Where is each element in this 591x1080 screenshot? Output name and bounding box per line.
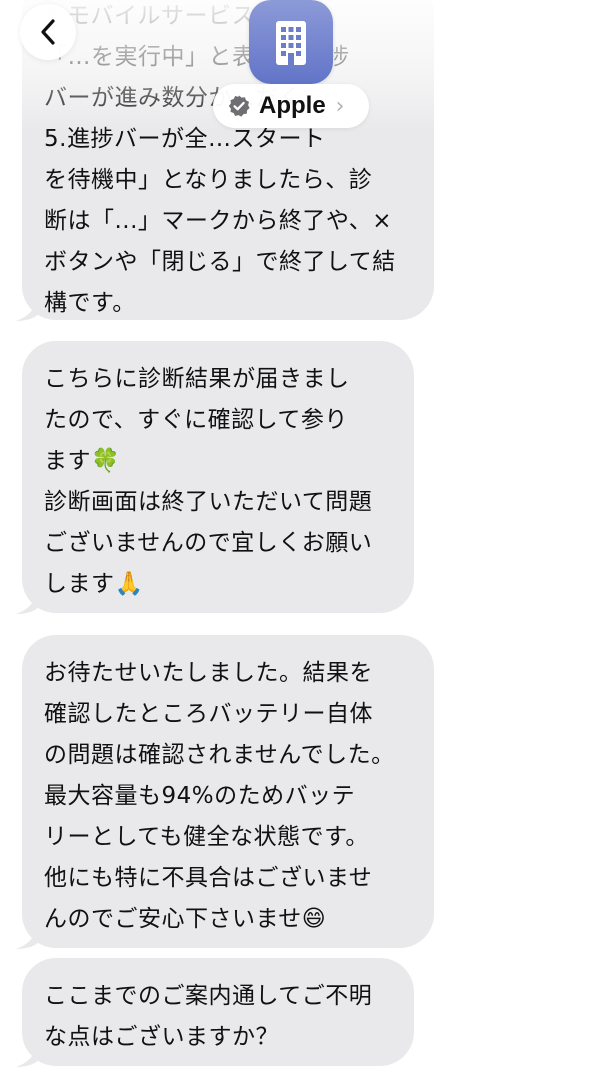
message-line: リーとしても健全な状態です。 (44, 824, 369, 850)
message-line: お待たせいたしました。結果を (44, 660, 373, 686)
message-bubble[interactable]: 4.モバイルサービスベ 「…を実行中」と表示…進捗 バーが進み数分か…だく。 5… (16, 0, 434, 321)
message-line: を待機中」となりましたら、診 (44, 167, 373, 193)
contact-name: Apple (259, 92, 326, 119)
contact-avatar[interactable] (249, 0, 333, 84)
message-line: の問題は確認されませんでした。 (44, 742, 395, 768)
message-line: こちらに診断結果が届きまし (44, 366, 350, 392)
contact-name-button[interactable]: Apple › (213, 84, 369, 128)
message-line: 診断画面は終了いただいて問題 (44, 489, 373, 515)
message-line: 確認したところバッテリー自体 (44, 701, 373, 727)
bubble-tail (16, 296, 42, 321)
message-line: 他にも特に不具合はございませ (44, 865, 373, 891)
chat-screen: 4.モバイルサービスベ 「…を実行中」と表示…進捗 バーが進み数分か…だく。 5… (0, 0, 591, 1080)
message-line: たので、すぐに確認して参り (44, 407, 348, 433)
message-bubble[interactable]: お待たせいたしました。結果を 確認したところバッテリー自体 の問題は確認されませ… (16, 635, 434, 949)
message-bubble[interactable]: こちらに診断結果が届きまし たので、すぐに確認して参り ます🍀 診断画面は終了い… (16, 341, 414, 614)
message-line: ボタンや「閉じる」で終了して結 (44, 249, 396, 275)
message-line: んのでご安心下さいませ😄 (44, 906, 327, 932)
message-line: ます🍀 (44, 448, 121, 474)
message-line: 最大容量も94%のためバッテ (44, 783, 356, 809)
message-line: 「…を実行中」と表示…進捗 (44, 44, 350, 70)
bubble-tail (16, 589, 42, 614)
chevron-left-icon (41, 19, 55, 45)
bubble-tail (16, 1042, 42, 1067)
message-line: 断は「...」マークから終了や、× (44, 208, 393, 234)
message-line: な点はございますか？ (44, 1024, 279, 1050)
message-line: ここまでのご案内通してご不明 (44, 983, 373, 1009)
message-line: 4.モバイルサービスベ (44, 3, 277, 29)
message-line: 構です。 (44, 290, 136, 316)
bubble-tail (16, 924, 42, 949)
back-button[interactable] (20, 4, 76, 60)
message-bubble[interactable]: ここまでのご案内通してご不明 な点はございますか？ (16, 958, 414, 1067)
chevron-right-icon: › (335, 93, 345, 119)
verified-check-icon (228, 95, 250, 117)
message-line: します🙏 (44, 571, 144, 597)
building-icon (276, 21, 306, 65)
message-line: ございませんので宜しくお願い (44, 530, 373, 556)
